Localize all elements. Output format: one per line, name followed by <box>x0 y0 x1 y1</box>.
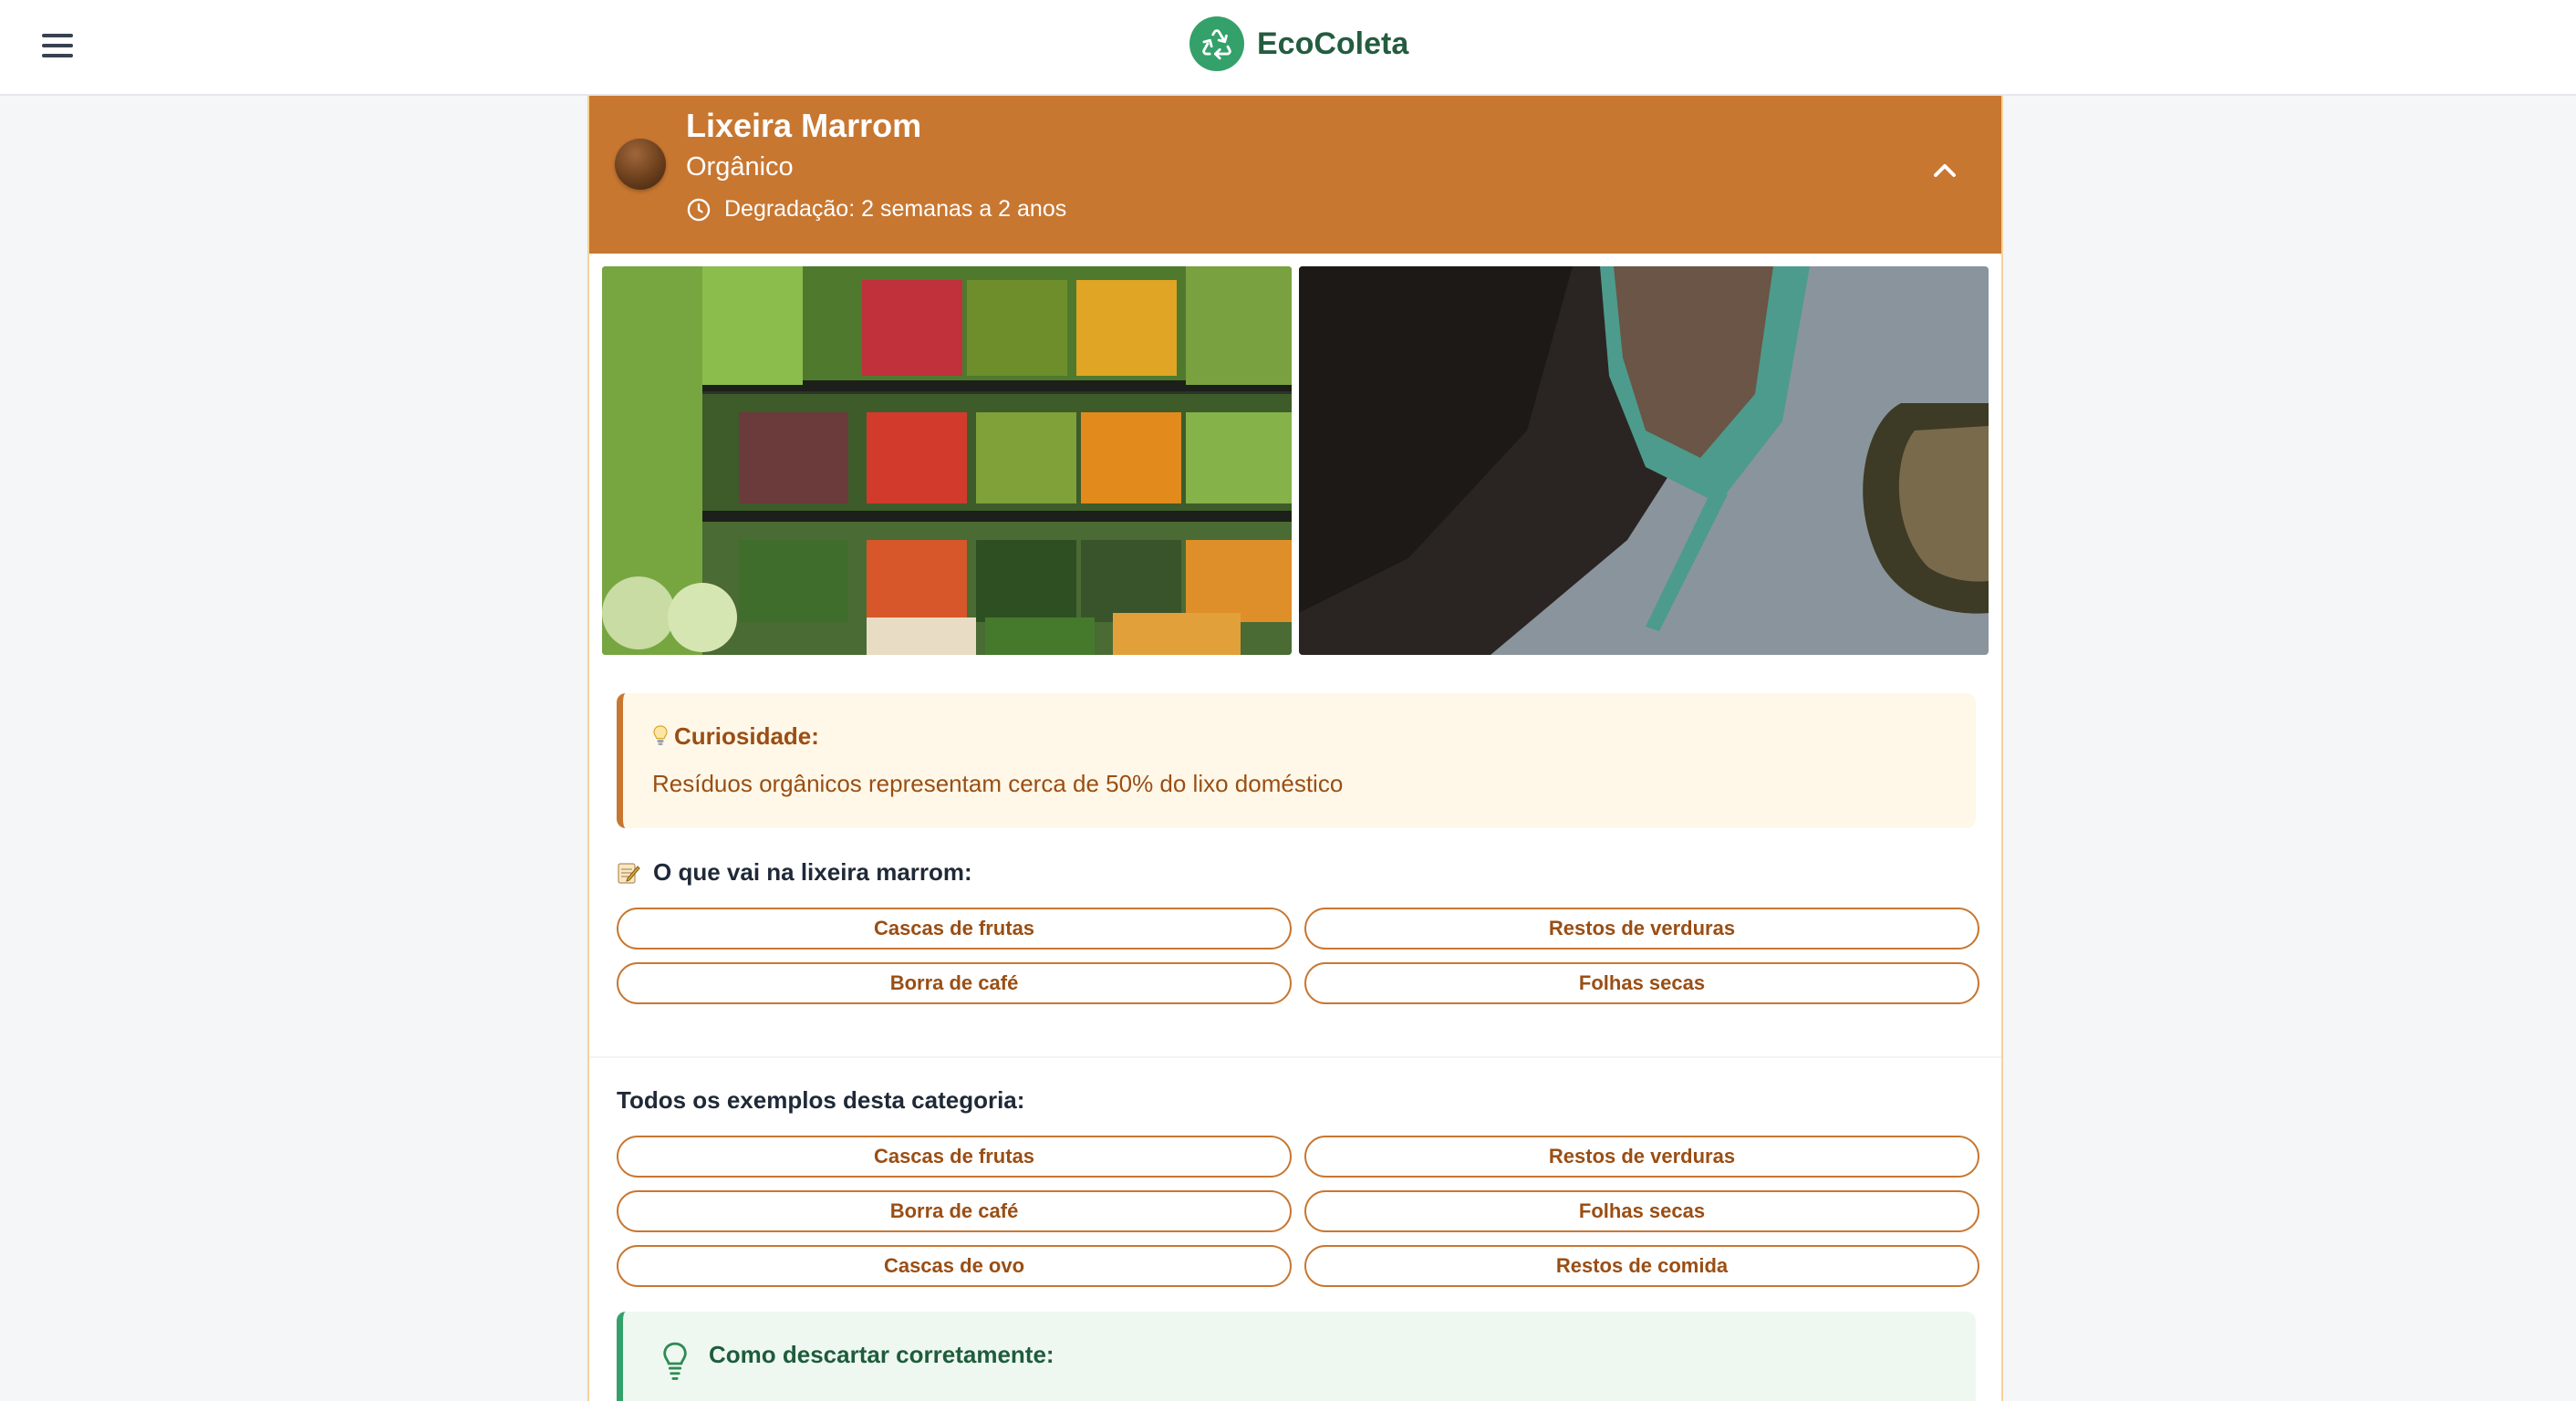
menu-icon[interactable] <box>42 27 78 64</box>
chip-item[interactable]: Cascas de ovo <box>617 1245 1292 1287</box>
brand[interactable]: EcoColeta <box>1189 16 1408 71</box>
chip-item[interactable]: Restos de verduras <box>1304 908 1979 950</box>
compost-soil-photo <box>1299 266 1989 655</box>
example-photos <box>602 266 1989 655</box>
card-subtitle: Orgânico <box>686 152 794 182</box>
app-name: EcoColeta <box>1257 26 1409 61</box>
chip-item[interactable]: Restos de comida <box>1304 1245 1979 1287</box>
curiosity-title-text: Curiosidade: <box>674 722 819 750</box>
lightbulb-icon <box>653 724 668 745</box>
chip-item[interactable]: Borra de café <box>617 962 1292 1004</box>
chip-item[interactable]: Restos de verduras <box>1304 1136 1979 1178</box>
what-goes-title: O que vai na lixeira marrom: <box>617 858 972 887</box>
recycle-icon <box>1189 16 1244 71</box>
chip-item[interactable]: Cascas de frutas <box>617 1136 1292 1178</box>
degradation-text: Degradação: 2 semanas a 2 anos <box>724 196 1067 222</box>
curiosity-text: Resíduos orgânicos representam cerca de … <box>652 770 1344 797</box>
curiosity-box: Curiosidade: Resíduos orgânicos represen… <box>617 693 1976 828</box>
category-card: Lixeira Marrom Orgânico Degradação: 2 se… <box>587 96 2003 1401</box>
card-header[interactable]: Lixeira Marrom Orgânico Degradação: 2 se… <box>589 96 2001 254</box>
curiosity-title: Curiosidade: <box>652 722 819 751</box>
what-goes-list: Cascas de frutas Restos de verduras Borr… <box>617 908 1979 1004</box>
top-bar: EcoColeta <box>0 0 2576 96</box>
degradation-info: Degradação: 2 semanas a 2 anos <box>686 196 1066 223</box>
vegetables-photo <box>602 266 1292 655</box>
chip-item[interactable]: Cascas de frutas <box>617 908 1292 950</box>
brown-bin-icon <box>615 139 666 190</box>
all-examples-list: Cascas de frutas Restos de verduras Borr… <box>617 1136 1979 1287</box>
chevron-up-icon[interactable] <box>1927 152 1963 189</box>
lightbulb-outline-icon <box>663 1342 687 1380</box>
chip-item[interactable]: Folhas secas <box>1304 1190 1979 1232</box>
section-divider <box>589 1056 2001 1058</box>
chip-item[interactable]: Borra de café <box>617 1190 1292 1232</box>
card-title: Lixeira Marrom <box>686 107 922 144</box>
clock-icon <box>687 198 711 221</box>
chip-item[interactable]: Folhas secas <box>1304 962 1979 1004</box>
howto-box: Como descartar corretamente: <box>617 1312 1976 1401</box>
all-examples-title: Todos os exemplos desta categoria: <box>617 1086 1025 1114</box>
what-goes-title-text: O que vai na lixeira marrom: <box>653 858 972 886</box>
memo-icon <box>618 862 640 884</box>
howto-title: Como descartar corretamente: <box>709 1341 1054 1368</box>
